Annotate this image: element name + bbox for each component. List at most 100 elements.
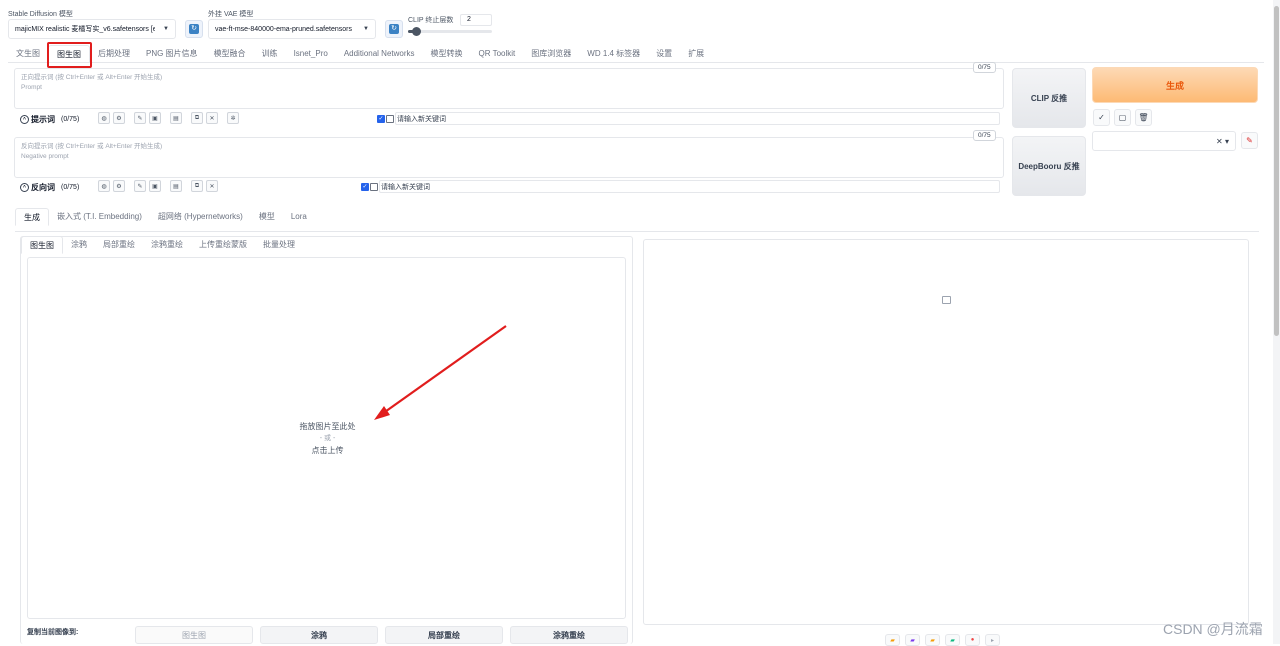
sub-tab-3[interactable]: 模型 <box>251 208 283 226</box>
main-tab-8[interactable]: 模型转换 <box>423 45 471 63</box>
copy-to-button-0[interactable]: 图生图 <box>135 626 253 644</box>
zip-icon[interactable]: ▰ <box>925 634 940 646</box>
image-icon[interactable]: ▤ <box>170 112 182 124</box>
checkbox-empty <box>370 183 378 191</box>
styles-dropdown[interactable]: ✕ ▾ <box>1092 131 1236 151</box>
slider-handle[interactable] <box>412 27 421 36</box>
copy-to-buttons: 图生图 涂鸦 局部重绘 涂鸦重绘 <box>135 626 628 644</box>
edit-styles-button[interactable]: ✎ <box>1241 132 1258 149</box>
negative-keyword-field[interactable] <box>379 180 1000 193</box>
checkbox-empty <box>386 115 394 123</box>
main-tab-12[interactable]: 设置 <box>648 45 680 63</box>
image-placeholder-icon <box>942 296 951 304</box>
deepbooru-interrogate-button[interactable]: DeepBooru 反推 <box>1012 136 1086 196</box>
sub-tab-4[interactable]: Lora <box>283 208 315 226</box>
img2img-tab-0[interactable]: 图生图 <box>21 236 63 254</box>
negative-placeholder-en: Negative prompt <box>21 153 69 160</box>
vae-value: vae-ft-mse-840000-ema-pruned.safetensors <box>215 25 352 33</box>
prompt-keyword-checkbox[interactable]: ✓ 请输入新关键词 <box>377 114 446 124</box>
edit-icon[interactable]: ✎ <box>134 180 146 192</box>
copy-to-button-1[interactable]: 涂鸦 <box>260 626 378 644</box>
clipboard-button[interactable]: ▢ <box>1114 109 1131 126</box>
img2img-tab-2[interactable]: 局部重绘 <box>95 236 143 254</box>
check-icon: ✓ <box>377 115 385 123</box>
globe-icon[interactable]: ◍ <box>98 112 110 124</box>
sub-tab-0[interactable]: 生成 <box>15 208 49 226</box>
main-tab-9[interactable]: QR Toolkit <box>471 45 524 63</box>
copy-to-button-2[interactable]: 局部重绘 <box>385 626 503 644</box>
pencil-icon: ✎ <box>1246 136 1253 145</box>
main-tab-11[interactable]: WD 1.4 标签器 <box>579 45 648 63</box>
clear-button[interactable]: 🗑 <box>1135 109 1152 126</box>
clip-skip-input[interactable]: 2 <box>460 14 492 26</box>
prompt-textarea[interactable]: 正向提示词 (按 Ctrl+Enter 或 Alt+Enter 开始生成) Pr… <box>14 68 1004 109</box>
folder-icon[interactable]: ▰ <box>885 634 900 646</box>
settings-icon[interactable]: ⚙ <box>113 180 125 192</box>
page-scrollbar[interactable] <box>1273 0 1280 644</box>
gear-icon[interactable]: ✲ <box>227 112 239 124</box>
main-tab-6[interactable]: Isnet_Pro <box>286 45 336 63</box>
main-tab-10[interactable]: 图库浏览器 <box>523 45 579 63</box>
negative-keyword-input[interactable]: 请输入新关键词 <box>381 182 430 192</box>
image-send-icon[interactable]: ▰ <box>945 634 960 646</box>
image-upload-area[interactable]: 拖放图片至此处 - 或 - 点击上传 <box>27 257 626 619</box>
prompt-section-toggle[interactable]: ^ 提示词 (0/75) <box>20 114 79 125</box>
sub-tab-1[interactable]: 嵌入式 (T.I. Embedding) <box>49 208 150 226</box>
generate-button[interactable]: 生成 <box>1092 67 1258 103</box>
copy-to-button-3[interactable]: 涂鸦重绘 <box>510 626 628 644</box>
trash-icon[interactable]: ✕ <box>206 180 218 192</box>
clip-interrogate-button[interactable]: CLIP 反推 <box>1012 68 1086 128</box>
palette-icon[interactable]: ● <box>965 634 980 646</box>
img2img-tab-4[interactable]: 上传重绘蒙版 <box>191 236 255 254</box>
bookmark-icon[interactable]: ▣ <box>149 180 161 192</box>
edit-icon[interactable]: ✎ <box>134 112 146 124</box>
clip-skip-label: CLIP 终止层数 <box>408 17 454 24</box>
negative-keyword-checkbox[interactable]: ✓ 请输入新关键词 <box>361 182 430 192</box>
main-tab-4[interactable]: 模型融合 <box>206 45 254 63</box>
main-tab-13[interactable]: 扩展 <box>680 45 712 63</box>
subtabs-divider <box>15 231 1259 232</box>
prompt-keyword-field[interactable] <box>395 112 1000 125</box>
chevron-up-icon: ^ <box>20 115 29 124</box>
settings-icon[interactable]: ⚙ <box>113 112 125 124</box>
sub-tab-2[interactable]: 超网络 (Hypernetworks) <box>150 208 251 226</box>
refresh-vae-button[interactable]: ↻ <box>385 20 403 38</box>
refresh-models-button[interactable]: ↻ <box>185 20 203 38</box>
apply-style-button[interactable]: ✓ <box>1093 109 1110 126</box>
prompt-keyword-input[interactable]: 请输入新关键词 <box>397 114 446 124</box>
save-icon[interactable]: ▰ <box>905 634 920 646</box>
img2img-tab-1[interactable]: 涂鸦 <box>63 236 95 254</box>
clip-skip-slider[interactable] <box>408 27 492 36</box>
sub-tabs: 生成 嵌入式 (T.I. Embedding) 超网络 (Hypernetworks… <box>15 208 315 226</box>
img2img-tab-3[interactable]: 涂鸦重绘 <box>143 236 191 254</box>
clear-icon[interactable]: ✕ ▾ <box>1212 137 1229 146</box>
output-actions: ▰ ▰ ▰ ▰ ● ▸ <box>885 634 1000 646</box>
main-tab-3[interactable]: PNG 图片信息 <box>138 45 206 63</box>
copy-icon[interactable]: ⧉ <box>191 112 203 124</box>
img2img-tab-5[interactable]: 批量处理 <box>255 236 303 254</box>
copy-icon[interactable]: ⧉ <box>191 180 203 192</box>
main-tab-0[interactable]: 文生图 <box>8 45 48 63</box>
check-icon: ✓ <box>361 183 369 191</box>
sd-model-dropdown[interactable]: majicMIX realistic 麦橘写实_v6.safetensors [… <box>8 19 176 39</box>
main-tab-7[interactable]: Additional Networks <box>336 45 423 63</box>
tabs-divider <box>8 62 1264 63</box>
trash-icon[interactable]: ✕ <box>206 112 218 124</box>
main-tabs: 文生图 图生图 后期处理 PNG 图片信息 模型融合 训练 Isnet_Pro Additio… <box>8 45 712 63</box>
vae-label: 外挂 VAE 模型 <box>208 11 254 18</box>
image-icon[interactable]: ▤ <box>170 180 182 192</box>
bookmark-icon[interactable]: ▣ <box>149 112 161 124</box>
negative-section-toggle[interactable]: ^ 反向词 (0/75) <box>20 182 79 193</box>
negative-prompt-textarea[interactable]: 反向提示词 (按 Ctrl+Enter 或 Alt+Enter 开始生成) Ne… <box>14 137 1004 178</box>
img2img-tabs: 图生图 涂鸦 局部重绘 涂鸦重绘 上传重绘蒙版 批量处理 <box>21 236 303 254</box>
globe-icon[interactable]: ◍ <box>98 180 110 192</box>
extras-icon[interactable]: ▸ <box>985 634 1000 646</box>
output-gallery <box>643 239 1249 625</box>
main-tab-5[interactable]: 训练 <box>254 45 286 63</box>
csdn-watermark: CSDN @月流霜 <box>1163 621 1263 637</box>
scrollbar-thumb[interactable] <box>1274 6 1279 336</box>
refresh-icon: ↻ <box>389 24 399 34</box>
main-tab-2[interactable]: 后期处理 <box>90 45 138 63</box>
highlight-box <box>47 42 92 68</box>
vae-dropdown[interactable]: vae-ft-mse-840000-ema-pruned.safetensors… <box>208 19 376 39</box>
